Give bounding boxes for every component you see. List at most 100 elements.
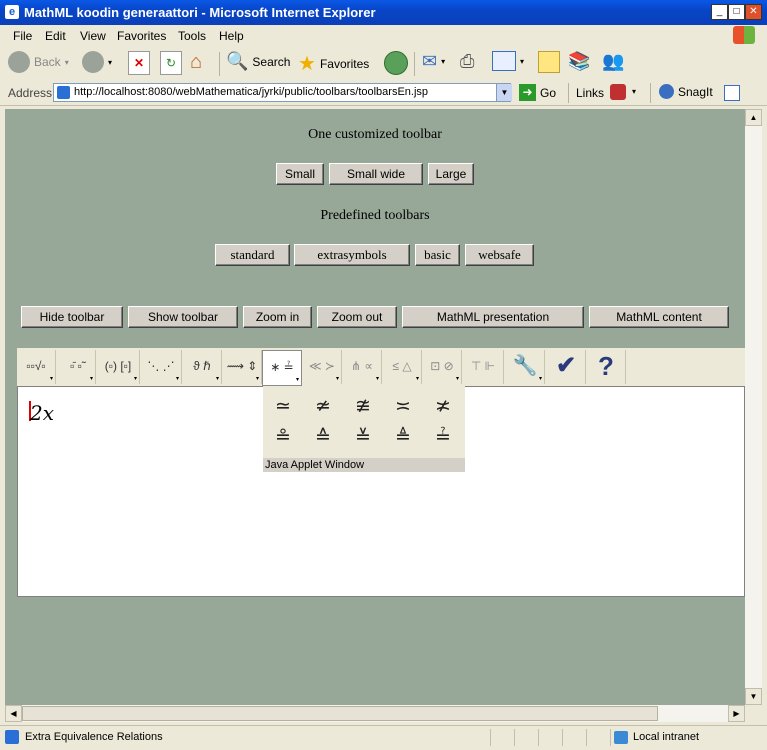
symbol-button[interactable]: ≚ (343, 422, 383, 452)
address-dropdown-icon[interactable]: ▼ (496, 84, 512, 101)
mathml-presentation-button[interactable]: MathML presentation (402, 306, 584, 328)
basic-button[interactable]: basic (415, 244, 460, 266)
symbol-button[interactable]: ≜ (383, 422, 423, 452)
scroll-left-icon[interactable]: ◀ (5, 705, 22, 722)
messenger-button[interactable]: 👥 (602, 51, 624, 72)
zoom-out-button[interactable]: Zoom out (317, 306, 397, 328)
scroll-down-icon[interactable]: ▼ (745, 688, 762, 705)
search-icon: 🔍 (226, 51, 249, 71)
palette-fences[interactable]: (▫) [▫] ▾ (97, 350, 140, 384)
palette-scripts-radicals[interactable]: ▫▫√▫ ▾ (17, 350, 56, 384)
websafe-button[interactable]: websafe (465, 244, 534, 266)
home-icon: ⌂ (190, 51, 203, 73)
go-button[interactable]: ➜ Go (519, 84, 556, 101)
math-expression[interactable]: 2x (30, 401, 54, 425)
status-text: Extra Equivalence Relations (25, 731, 163, 743)
wrench-icon[interactable]: 🔧 ▾ (506, 350, 545, 384)
refresh-button[interactable]: ↻ (160, 51, 182, 75)
intranet-zone-icon (614, 731, 628, 744)
menu-tools[interactable]: Tools (178, 29, 206, 43)
horizontal-scroll-thumb[interactable] (22, 706, 658, 721)
edit-button[interactable]: ▾ (492, 51, 524, 71)
history-button[interactable] (384, 51, 408, 75)
stop-button[interactable]: ✕ (128, 51, 150, 75)
menu-view[interactable]: View (80, 29, 106, 43)
extrasymbols-button[interactable]: extrasymbols (294, 244, 410, 266)
large-button[interactable]: Large (428, 163, 474, 185)
small-button[interactable]: Small (276, 163, 324, 185)
palette-order[interactable]: ≪ ≻ ▾ (303, 350, 342, 384)
mail-button[interactable]: ✉ ▾ (422, 51, 445, 72)
palette-relations[interactable]: ⋔ ∝ ▾ (343, 350, 382, 384)
zoom-in-button[interactable]: Zoom in (243, 306, 312, 328)
palette-inequalities[interactable]: ≤ △ ▾ (383, 350, 422, 384)
page-status-icon (5, 730, 19, 744)
links-button[interactable]: Links (576, 86, 604, 100)
math-toolbar: ▫▫√▫ ▾ ▫̄ ▫̃ ▾ (▫) [▫] ▾ ⋱ ⋰ ▾ ϑ ℏ ▾ ⟿ ⇕ ▾ ∗ ≟… (17, 348, 745, 386)
symbol-button[interactable]: ≟ (423, 422, 463, 452)
hide-toolbar-button[interactable]: Hide toolbar (21, 306, 123, 328)
snagit-button[interactable]: SnagIt (659, 84, 713, 99)
back-button[interactable]: Back ▾ (8, 51, 69, 73)
links-page-icon[interactable] (610, 84, 626, 100)
research-button[interactable]: 📚 (568, 51, 590, 72)
status-panel (514, 729, 537, 746)
forward-button[interactable]: ▾ (82, 51, 112, 73)
address-bar: Address http://localhost:8080/webMathema… (0, 81, 767, 106)
go-arrow-icon: ➜ (519, 84, 536, 101)
symbol-button[interactable]: ≃ (263, 391, 303, 421)
stop-icon: ✕ (128, 51, 150, 75)
home-button[interactable]: ⌂ (190, 51, 212, 73)
toolbar-separator (219, 52, 220, 76)
windows-logo-icon (733, 26, 755, 44)
edit-icon (492, 51, 516, 71)
history-icon (384, 51, 408, 75)
menu-favorites[interactable]: Favorites (117, 29, 166, 43)
help-icon[interactable]: ? (587, 350, 626, 384)
scroll-up-icon[interactable]: ▲ (745, 109, 762, 126)
favorites-button[interactable]: ★ Favorites (298, 51, 369, 76)
discuss-button[interactable] (538, 51, 560, 73)
menu-bar: File Edit View Favorites Tools Help (0, 25, 767, 47)
small-wide-button[interactable]: Small wide (329, 163, 423, 185)
minimize-button[interactable]: _ (711, 4, 728, 20)
equivalence-symbols-popup: ≃ ≄ ≇ ≍ ≭ ≗ ≙ ≚ ≜ ≟ Java Applet Window (263, 386, 465, 472)
symbol-button[interactable]: ≄ (303, 391, 343, 421)
palette-logic[interactable]: ⊤ ⊩ (463, 350, 504, 384)
symbol-button[interactable]: ≙ (303, 422, 343, 452)
menu-help[interactable]: Help (219, 29, 244, 43)
links-dropdown-icon[interactable]: ▾ (632, 87, 636, 96)
menu-file[interactable]: File (13, 29, 32, 43)
address-label: Address (8, 86, 53, 100)
ie-app-icon: e (5, 5, 19, 19)
close-button[interactable]: ✕ (745, 4, 762, 20)
mathml-content-button[interactable]: MathML content (589, 306, 729, 328)
print-icon: ⎙ (460, 51, 475, 71)
standard-button[interactable]: standard (215, 244, 290, 266)
palette-arrows[interactable]: ⟿ ⇕ ▾ (223, 350, 262, 384)
symbol-button[interactable]: ≭ (423, 391, 463, 421)
symbol-button[interactable]: ≇ (343, 391, 383, 421)
horizontal-scrollbar[interactable]: ◀ ▶ (5, 705, 745, 722)
print-button[interactable]: ⎙ (460, 51, 474, 72)
check-icon[interactable]: ✔ (547, 350, 586, 384)
symbol-button[interactable]: ≗ (263, 422, 303, 452)
maximize-button[interactable]: □ (728, 4, 745, 20)
zone-text: Local intranet (633, 731, 700, 743)
capture-window-icon[interactable] (724, 85, 740, 101)
scroll-right-icon[interactable]: ▶ (728, 705, 745, 722)
palette-operators[interactable]: ⊡ ⊘ ▾ (423, 350, 462, 384)
search-button[interactable]: 🔍 Search (226, 51, 290, 72)
palette-greek[interactable]: ϑ ℏ ▾ (183, 350, 222, 384)
palette-accents[interactable]: ▫̄ ▫̃ ▾ (57, 350, 96, 384)
menu-edit[interactable]: Edit (45, 29, 66, 43)
vertical-scrollbar[interactable]: ▲ ▼ (745, 109, 762, 705)
status-panel (538, 729, 561, 746)
address-input[interactable]: http://localhost:8080/webMathematica/jyr… (53, 83, 511, 102)
show-toolbar-button[interactable]: Show toolbar (128, 306, 238, 328)
palette-dots[interactable]: ⋱ ⋰ ▾ (141, 350, 182, 384)
symbol-button[interactable]: ≍ (383, 391, 423, 421)
palette-equivalence[interactable]: ∗ ≟ ▾ (262, 350, 302, 386)
favorites-star-icon: ★ (298, 53, 316, 75)
heading-predefined-toolbars: Predefined toolbars (320, 208, 430, 223)
